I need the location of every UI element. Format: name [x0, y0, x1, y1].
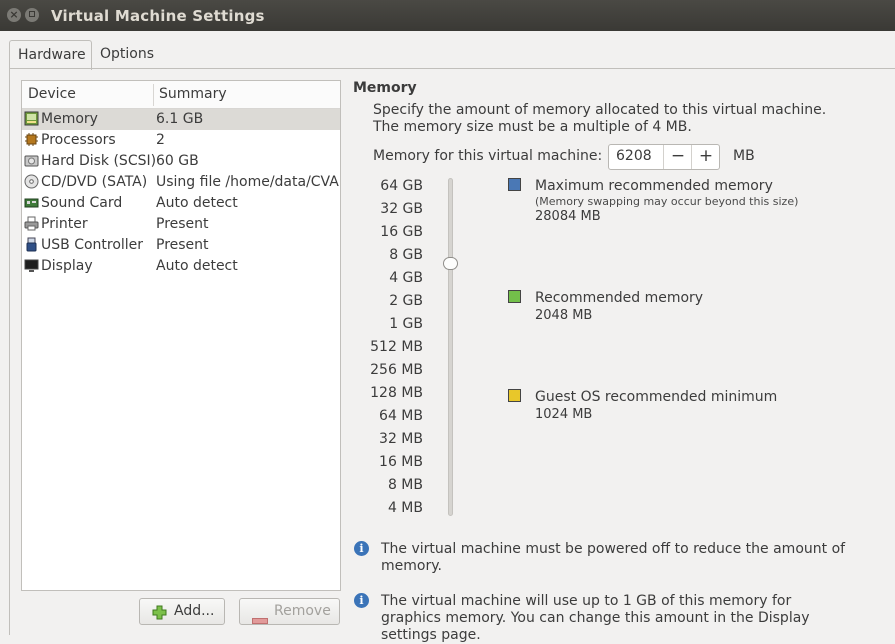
max-recommended-swatch[interactable]: [508, 178, 521, 191]
recommended-title: Recommended memory: [535, 290, 704, 306]
recommended-value: 2048 MB: [535, 308, 593, 323]
device-summary: 2: [156, 132, 165, 148]
memory-spinner: 6208 − +: [608, 144, 720, 170]
hard-disk-icon: [24, 153, 39, 168]
device-name: Hard Disk (SCSI): [41, 153, 157, 169]
device-summary: Auto detect: [156, 195, 238, 211]
display-icon: [24, 258, 39, 273]
device-row-usb-controller[interactable]: USB Controller Present: [22, 235, 340, 256]
guest-minimum-swatch[interactable]: [508, 389, 521, 402]
memory-slider-handle[interactable]: [443, 257, 458, 270]
guest-minimum-title: Guest OS recommended minimum: [535, 389, 778, 405]
device-list-header: Device Summary: [22, 81, 340, 109]
device-summary: 6.1 GB: [156, 111, 204, 127]
scale-label: 4 GB: [389, 270, 423, 286]
column-header-summary[interactable]: Summary: [159, 86, 227, 102]
decrement-button[interactable]: −: [663, 145, 692, 169]
scale-label: 64 MB: [379, 408, 423, 424]
device-summary: 60 GB: [156, 153, 199, 169]
device-summary: Present: [156, 237, 209, 253]
memory-icon: [24, 111, 39, 126]
device-row-printer[interactable]: Printer Present: [22, 214, 340, 235]
device-row-hard-disk[interactable]: Hard Disk (SCSI) 60 GB: [22, 151, 340, 172]
add-button-label: Add...: [174, 603, 215, 619]
tab-options[interactable]: Options: [92, 40, 170, 69]
device-row-cd-dvd[interactable]: CD/DVD (SATA) Using file /home/data/CVA: [22, 172, 340, 193]
device-summary: Present: [156, 216, 209, 232]
scale-label: 128 MB: [370, 385, 423, 401]
remove-device-button[interactable]: Remove: [239, 598, 340, 625]
device-row-sound-card[interactable]: Sound Card Auto detect: [22, 193, 340, 214]
scale-label: 8 MB: [387, 477, 423, 493]
remove-button-label: Remove: [274, 603, 331, 619]
memory-description: Specify the amount of memory allocated t…: [373, 102, 827, 135]
add-icon: [152, 604, 167, 629]
recommended-swatch[interactable]: [508, 290, 521, 303]
info-note-power-off: The virtual machine must be powered off …: [381, 541, 846, 574]
device-name: Printer: [41, 216, 88, 232]
printer-icon: [24, 216, 39, 231]
scale-label: 512 MB: [370, 339, 423, 355]
scale-label: 8 GB: [389, 247, 423, 263]
device-row-memory[interactable]: Memory 6.1 GB: [22, 109, 340, 130]
scale-label: 16 GB: [380, 224, 423, 240]
scale-label: 16 MB: [379, 454, 423, 470]
memory-input[interactable]: 6208: [616, 148, 652, 164]
scale-label: 32 GB: [380, 201, 423, 217]
device-name: Processors: [41, 132, 116, 148]
sound-card-icon: [24, 195, 39, 210]
device-summary: Using file /home/data/CVA: [156, 174, 339, 190]
device-name: Sound Card: [41, 195, 123, 211]
increment-button[interactable]: +: [691, 145, 720, 169]
guest-minimum-value: 1024 MB: [535, 407, 593, 422]
cd-dvd-icon: [24, 174, 39, 189]
device-summary: Auto detect: [156, 258, 238, 274]
device-name: Memory: [41, 111, 98, 127]
column-header-device[interactable]: Device: [28, 86, 76, 102]
column-divider: [153, 84, 154, 106]
scale-label: 1 GB: [389, 316, 423, 332]
device-name: CD/DVD (SATA): [41, 174, 148, 190]
remove-icon: [252, 609, 268, 634]
window-title: Virtual Machine Settings: [51, 7, 265, 25]
scale-label: 256 MB: [370, 362, 423, 378]
usb-icon: [24, 237, 39, 252]
device-list[interactable]: Device Summary Memory 6.1 GB Processors …: [21, 80, 341, 591]
max-recommended-value: 28084 MB: [535, 209, 601, 224]
device-row-processors[interactable]: Processors 2: [22, 130, 340, 151]
scale-label: 32 MB: [379, 431, 423, 447]
add-device-button[interactable]: Add...: [139, 598, 225, 625]
scale-label: 4 MB: [387, 500, 423, 516]
title-bar: × Virtual Machine Settings: [0, 0, 895, 31]
max-recommended-subtitle: (Memory swapping may occur beyond this s…: [535, 195, 799, 208]
info-note-graphics: The virtual machine will use up to 1 GB …: [381, 593, 810, 643]
info-icon: i: [354, 541, 369, 556]
minimize-icon[interactable]: [25, 8, 39, 22]
memory-slider-track[interactable]: [448, 178, 453, 516]
device-row-display[interactable]: Display Auto detect: [22, 256, 340, 277]
memory-field-label: Memory for this virtual machine:: [373, 148, 603, 164]
scale-label: 2 GB: [389, 293, 423, 309]
device-name: USB Controller: [41, 237, 144, 253]
tab-hardware[interactable]: Hardware: [9, 40, 92, 70]
info-icon: i: [354, 593, 369, 608]
processor-icon: [24, 132, 39, 147]
max-recommended-title: Maximum recommended memory: [535, 178, 773, 194]
memory-unit-label: MB: [733, 148, 755, 164]
memory-section-title: Memory: [353, 80, 417, 96]
close-icon[interactable]: ×: [7, 8, 21, 22]
device-name: Display: [41, 258, 93, 274]
scale-label: 64 GB: [380, 178, 423, 194]
